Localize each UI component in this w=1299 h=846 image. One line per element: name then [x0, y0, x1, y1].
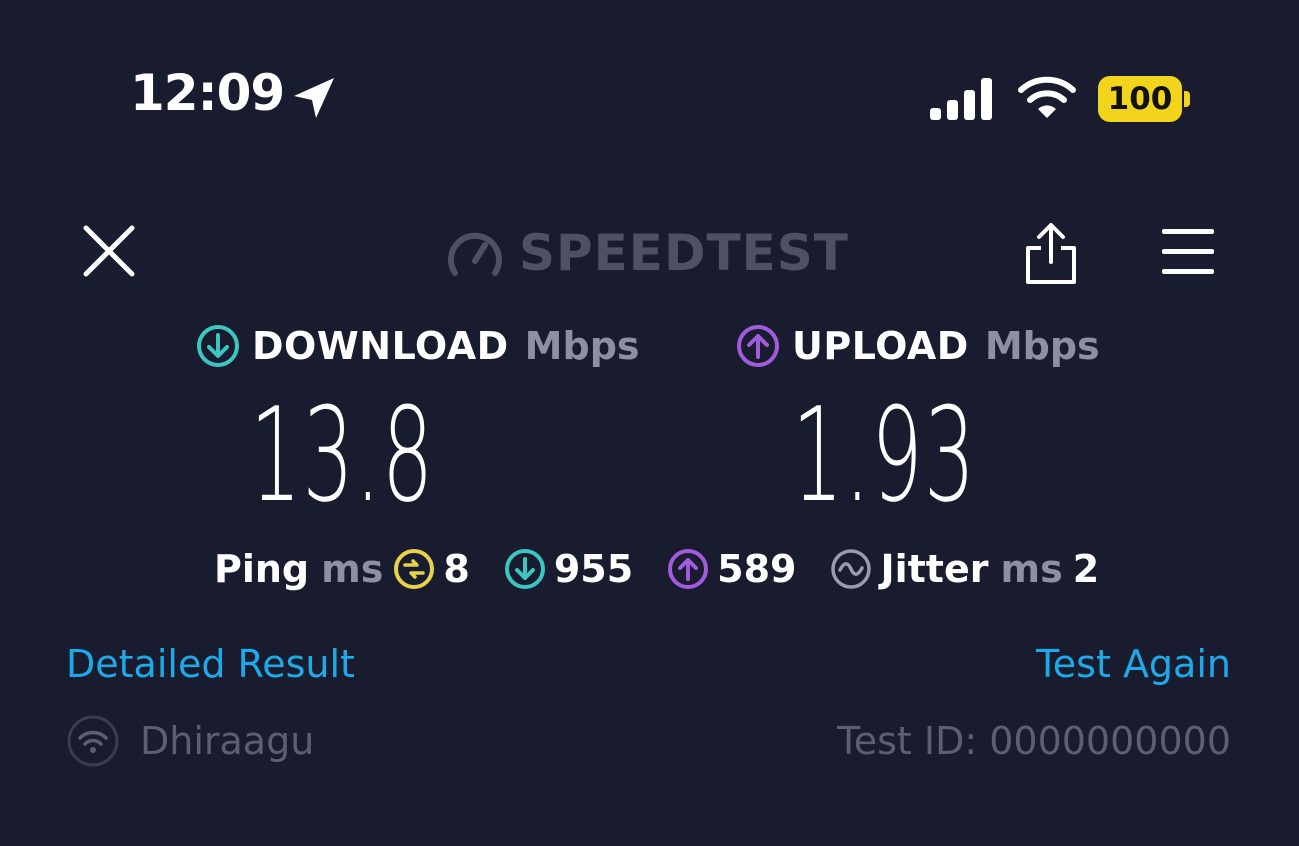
download-unit: Mbps: [524, 324, 640, 368]
test-id: Test ID: 0000000000: [836, 719, 1231, 763]
battery-indicator: 100: [1098, 76, 1182, 122]
ping-unit: ms: [321, 547, 384, 591]
location-arrow-icon: [294, 78, 334, 118]
download-speed-value: 13.8: [250, 379, 435, 531]
detailed-result-link[interactable]: Detailed Result: [66, 645, 355, 683]
download-title: DOWNLOAD: [252, 324, 509, 368]
download-label: DOWNLOAD Mbps: [196, 323, 640, 369]
upload-speed-value: 1.93: [792, 379, 977, 531]
ping-idle-value: 8: [443, 547, 470, 591]
upload-label: UPLOAD Mbps: [736, 323, 1100, 369]
wifi-icon: [1018, 76, 1076, 118]
jitter-value: 2: [1072, 547, 1100, 591]
status-time: 12:09: [130, 64, 285, 122]
upload-latency-icon: [668, 549, 709, 589]
battery-nub: [1184, 91, 1190, 107]
brand-name: SPEEDTEST: [519, 224, 849, 282]
menu-icon[interactable]: [1160, 226, 1216, 278]
share-icon[interactable]: [1022, 220, 1080, 286]
provider-name: Dhiraagu: [140, 719, 315, 763]
speedometer-icon: [448, 232, 502, 276]
ping-jitter-row: Ping ms 8 955 589 Jitter ms 2: [214, 546, 1099, 592]
upload-unit: Mbps: [984, 324, 1100, 368]
cellular-signal-icon: [930, 78, 992, 120]
ping-upload-value: 589: [717, 547, 797, 591]
idle-latency-icon: [394, 549, 435, 589]
test-again-link[interactable]: Test Again: [1036, 645, 1231, 683]
download-latency-icon: [504, 549, 545, 589]
jitter-icon: [831, 549, 872, 589]
provider-info: Dhiraagu: [66, 714, 314, 768]
wifi-provider-icon: [67, 715, 119, 767]
speedtest-logo: SPEEDTEST: [445, 224, 849, 282]
jitter-label: Jitter: [880, 547, 989, 591]
close-icon[interactable]: [82, 224, 136, 278]
speedtest-result-screen: 12:09 100 SPEEDTEST DOWNLOAD Mbps UPLOAD…: [0, 0, 1299, 846]
upload-arrow-icon: [737, 325, 779, 367]
jitter-unit: ms: [1000, 547, 1063, 591]
ping-label: Ping: [214, 547, 310, 591]
upload-title: UPLOAD: [792, 324, 969, 368]
download-arrow-icon: [197, 325, 239, 367]
ping-download-value: 955: [553, 547, 634, 591]
